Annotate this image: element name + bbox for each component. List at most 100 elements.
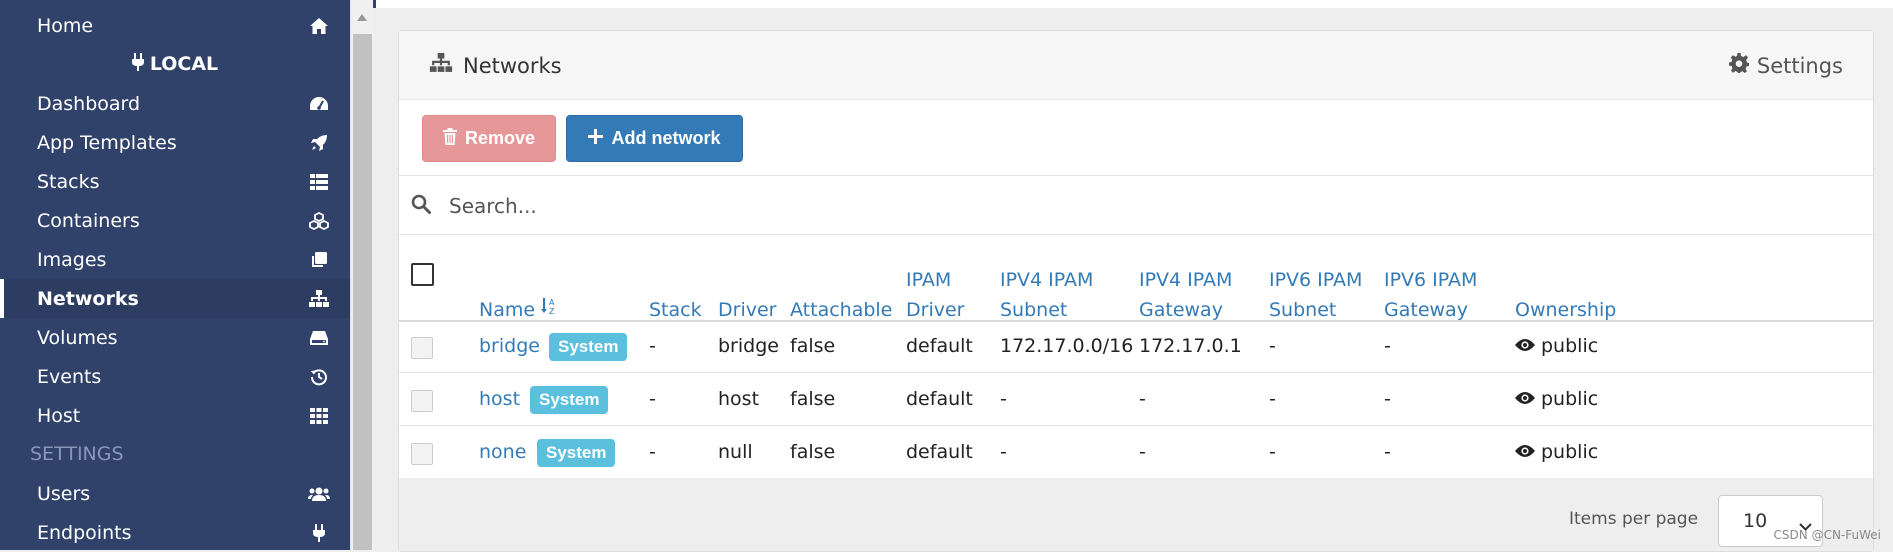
column-header-line-1: IPV6 IPAM xyxy=(1269,269,1363,291)
network-name-link[interactable]: bridge xyxy=(479,335,540,357)
sidebar-item-endpoints[interactable]: Endpoints xyxy=(0,513,350,552)
cell-driver: null xyxy=(718,441,753,463)
sidebar-item-stacks[interactable]: Stacks xyxy=(0,162,350,201)
sidebar-item-containers[interactable]: Containers xyxy=(0,201,350,240)
plus-icon xyxy=(588,128,604,149)
sidebar-item-label: Images xyxy=(37,248,107,271)
row-divider xyxy=(399,425,1873,426)
sitemap-icon xyxy=(308,288,330,310)
cell-ipv4-subnet: - xyxy=(1000,388,1007,410)
sidebar-item-users[interactable]: Users xyxy=(0,474,350,513)
cell-ipv6-gateway: - xyxy=(1384,335,1391,357)
sidebar-item-host[interactable]: Host xyxy=(0,396,350,435)
sidebar-item-label: Dashboard xyxy=(37,92,141,115)
search-input[interactable] xyxy=(447,186,1851,226)
settings-section-heading: SETTINGS xyxy=(30,443,124,465)
hdd-icon xyxy=(308,327,330,349)
system-badge: System xyxy=(537,439,616,467)
cell-attachable: false xyxy=(790,441,836,463)
remove-label: Remove xyxy=(464,128,536,148)
cell-attachable: false xyxy=(790,388,836,410)
scrollbar-thumb[interactable] xyxy=(353,34,372,550)
remove-button[interactable]: Remove xyxy=(422,115,556,162)
th-list-icon xyxy=(308,171,330,193)
sidebar-item-home[interactable]: Home xyxy=(0,6,350,45)
items-per-page-label: Items per page xyxy=(1569,509,1699,529)
cell-ipv6-subnet: - xyxy=(1269,388,1276,410)
sidebar-item-label: Home xyxy=(37,14,94,37)
add-network-button[interactable]: Add network xyxy=(566,115,743,162)
table-header-divider xyxy=(399,320,1873,322)
ownership-text: public xyxy=(1541,388,1599,410)
ownership-text: public xyxy=(1541,335,1599,357)
eye-icon xyxy=(1515,388,1535,410)
top-bar-edge xyxy=(373,0,376,8)
settings-button[interactable]: Settings xyxy=(1728,53,1843,78)
cell-ipv4-subnet: - xyxy=(1000,441,1007,463)
search-icon xyxy=(411,194,431,218)
cell-ipam-driver: default xyxy=(906,388,973,410)
column-header-ipv6-subnet[interactable]: IPV6 IPAM Subnet xyxy=(1269,265,1362,325)
cubes-icon xyxy=(308,210,330,232)
select-all-checkbox[interactable] xyxy=(411,263,434,286)
cell-ipv4-subnet: 172.17.0.0/16 xyxy=(1000,335,1134,357)
network-name-link[interactable]: none xyxy=(479,441,526,463)
watermark: CSDN @CN-FuWei xyxy=(1773,528,1881,542)
panel-header: Networks Settings xyxy=(399,31,1873,100)
sidebar-item-label: Host xyxy=(37,404,81,427)
column-header-line-1: IPV6 IPAM xyxy=(1384,269,1478,291)
cell-driver: host xyxy=(718,388,760,410)
row-checkbox[interactable] xyxy=(411,443,433,465)
sidebar-item-images[interactable]: Images xyxy=(0,240,350,279)
sidebar-item-label: Networks xyxy=(37,287,139,310)
cell-ipam-driver: default xyxy=(906,335,973,357)
sidebar-item-label: Endpoints xyxy=(37,521,132,544)
sidebar-item-label: Volumes xyxy=(37,326,118,349)
sidebar-item-app-templates[interactable]: App Templates xyxy=(0,123,350,162)
sitemap-icon xyxy=(429,53,453,78)
cell-stack: - xyxy=(649,441,656,463)
cell-ipv4-gateway: - xyxy=(1139,388,1146,410)
panel-title: Networks xyxy=(429,53,562,78)
networks-panel: Networks Settings Remove Add network Nam… xyxy=(398,30,1874,552)
scroll-up-arrow-icon[interactable] xyxy=(357,14,367,21)
system-badge: System xyxy=(549,333,628,361)
svg-text:Z: Z xyxy=(549,307,555,316)
cell-ipv6-subnet: - xyxy=(1269,441,1276,463)
endpoint-header: LOCAL xyxy=(0,46,350,82)
cell-attachable: false xyxy=(790,335,836,357)
top-bar xyxy=(373,0,1893,8)
row-checkbox[interactable] xyxy=(411,390,433,412)
network-name-link[interactable]: host xyxy=(479,388,520,410)
gear-icon xyxy=(1728,53,1749,78)
search-bar xyxy=(399,175,1873,235)
column-header-ipv4-gateway[interactable]: IPV4 IPAM Gateway xyxy=(1139,265,1232,325)
svg-text:A: A xyxy=(549,298,555,307)
sidebar-item-label: Containers xyxy=(37,209,140,232)
sidebar-scrollbar[interactable] xyxy=(350,0,374,550)
cell-ipv4-gateway: 172.17.0.1 xyxy=(1139,335,1242,357)
sidebar-item-events[interactable]: Events xyxy=(0,357,350,396)
cell-ipam-driver: default xyxy=(906,441,973,463)
sidebar-item-dashboard[interactable]: Dashboard xyxy=(0,84,350,123)
column-header-ipam-driver[interactable]: IPAM Driver xyxy=(906,265,964,325)
sidebar-item-volumes[interactable]: Volumes xyxy=(0,318,350,357)
system-badge: System xyxy=(530,386,609,414)
add-network-label: Add network xyxy=(611,128,721,148)
row-checkbox[interactable] xyxy=(411,337,433,359)
sidebar-item-networks[interactable]: Networks xyxy=(0,279,350,318)
cell-ownership: public xyxy=(1515,441,1598,463)
cell-ownership: public xyxy=(1515,335,1598,357)
column-header-ipv4-subnet[interactable]: IPV4 IPAM Subnet xyxy=(1000,265,1093,325)
clone-icon xyxy=(308,249,330,271)
column-header-ipv6-gateway[interactable]: IPV6 IPAM Gateway xyxy=(1384,265,1477,325)
cell-ipv4-gateway: - xyxy=(1139,441,1146,463)
panel-title-text: Networks xyxy=(463,53,562,78)
history-icon xyxy=(308,366,330,388)
column-header-line-1: IPV4 IPAM xyxy=(1000,269,1094,291)
plug-icon xyxy=(308,522,330,544)
eye-icon xyxy=(1515,335,1535,357)
users-icon xyxy=(308,483,330,505)
cell-stack: - xyxy=(649,388,656,410)
ownership-text: public xyxy=(1541,441,1599,463)
